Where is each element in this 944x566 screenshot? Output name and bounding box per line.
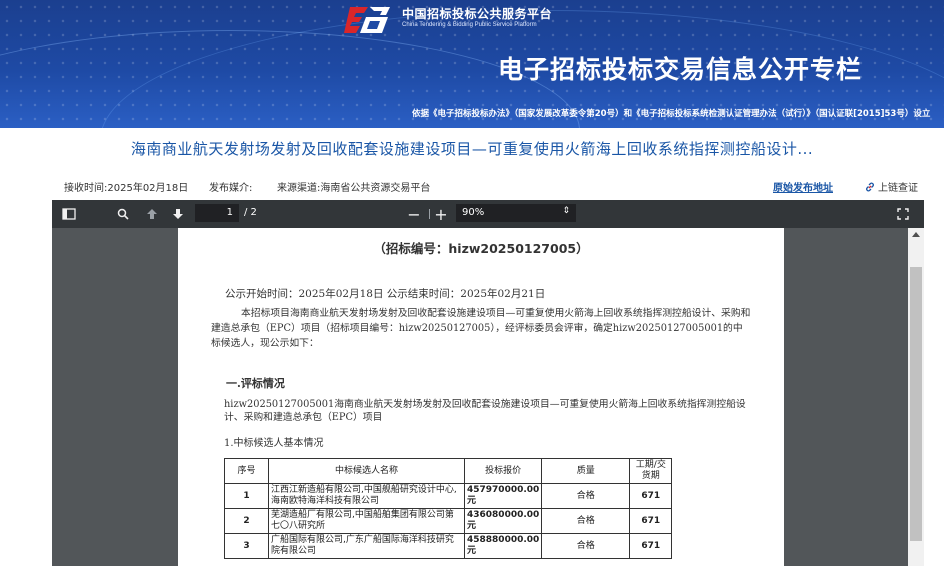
candidate-name: 江西江新造船有限公司,中国舰船研究设计中心,海南欧特海洋科技有限公司 xyxy=(268,483,465,509)
col-header: 质量 xyxy=(541,458,631,484)
candidate-table: 序号 中标候选人名称 投标报价 质量 工期/交货期 1 江西江新造船有限公司,中… xyxy=(224,458,673,559)
zoom-select[interactable]: 90% ⇕ xyxy=(456,204,576,222)
duration: 671 xyxy=(629,533,673,559)
scroll-thumb[interactable] xyxy=(910,267,922,541)
duration: 671 xyxy=(629,483,673,509)
row-index: 2 xyxy=(224,508,269,534)
section-heading: 一.评标情况 xyxy=(226,377,285,390)
col-header: 工期/交货期 xyxy=(629,458,673,484)
pdf-viewer[interactable]: 1 / 2 − + 90% ⇕ （招标编号：hizw20250127005） 公… xyxy=(52,200,924,566)
scroll-up-icon[interactable] xyxy=(912,232,920,237)
platform-logo-icon[interactable] xyxy=(344,5,392,35)
site-banner: 中国招标投标公共服务平台 China Tendering & Bidding P… xyxy=(0,0,944,128)
previous-page-icon[interactable] xyxy=(143,204,161,224)
article-meta: 接收时间:2025年02月18日 发布媒介: 来源渠道:海南省公共资源交易平台 … xyxy=(0,179,944,195)
duration: 671 xyxy=(629,508,673,534)
media-label: 发布媒介: xyxy=(209,183,253,194)
subsection-heading: 1.中标候选人基本情况 xyxy=(224,438,324,449)
col-header: 中标候选人名称 xyxy=(268,458,465,484)
publicity-period: 公示开始时间：2025年02月18日 公示结束时间：2025年02月21日 xyxy=(225,288,546,300)
original-address-link[interactable]: 原始发布地址 xyxy=(773,179,833,194)
row-index: 1 xyxy=(224,483,269,509)
source-channel: 来源渠道:海南省公共资源交易平台 xyxy=(277,183,431,194)
receive-time: 接收时间:2025年02月18日 xyxy=(64,183,189,194)
quality: 合格 xyxy=(541,508,631,534)
article-title: 海南商业航天发射场发射及回收配套设施建设项目—可重复使用火箭海上回收系统指挥测控… xyxy=(130,140,814,158)
table-row: 1 江西江新造船有限公司,中国舰船研究设计中心,海南欧特海洋科技有限公司 457… xyxy=(224,483,673,509)
row-index: 3 xyxy=(224,533,269,559)
chain-link-icon xyxy=(866,182,874,192)
chain-verify-label: 上链查证 xyxy=(878,183,918,194)
table-row: 2 芜湖造船厂有限公司,中国船舶集团有限公司第七〇八研究所 436080000.… xyxy=(224,508,673,534)
col-header: 序号 xyxy=(224,458,269,484)
page-total: / 2 xyxy=(244,207,257,218)
bid-price: 458880000.00元 xyxy=(463,533,543,559)
sidebar-toggle-icon[interactable] xyxy=(60,204,78,224)
fullscreen-icon[interactable] xyxy=(894,204,912,224)
tender-code: （招标编号：hizw20250127005） xyxy=(373,241,589,256)
chain-verify-link[interactable]: 上链查证 xyxy=(864,179,918,194)
logo-name-cn: 中国招标投标公共服务平台 xyxy=(402,7,553,21)
zoom-out-icon[interactable]: − xyxy=(405,204,423,224)
bid-price: 436080000.00元 xyxy=(463,508,543,534)
search-icon[interactable] xyxy=(114,204,132,224)
vertical-scrollbar[interactable] xyxy=(908,228,924,566)
col-header: 投标报价 xyxy=(463,458,543,484)
pdf-page: （招标编号：hizw20250127005） 公示开始时间：2025年02月18… xyxy=(178,228,784,566)
zoom-value: 90% xyxy=(462,207,485,218)
zoom-in-icon[interactable]: + xyxy=(432,204,450,224)
next-page-icon[interactable] xyxy=(169,204,187,224)
table-row: 3 广船国际有限公司,广东广船国际海洋科技研究院有限公司 458880000.0… xyxy=(224,533,673,559)
banner-legal-basis: 依据《电子招标投标办法》（国家发展改革委令第20号）和《电子招标投标系统检测认证… xyxy=(412,109,931,119)
quality: 合格 xyxy=(541,483,631,509)
quality: 合格 xyxy=(541,533,631,559)
zoom-caret-icon: ⇕ xyxy=(562,206,570,216)
intro-paragraph: 本招标项目海南商业航天发射场发射及回收配套设施建设项目—可重复使用火箭海上回收系… xyxy=(211,308,751,349)
table-header-row: 序号 中标候选人名称 投标报价 质量 工期/交货期 xyxy=(224,458,673,484)
pdf-toolbar: 1 / 2 − + 90% ⇕ xyxy=(52,200,924,228)
candidate-name: 广船国际有限公司,广东广船国际海洋科技研究院有限公司 xyxy=(268,533,465,559)
candidate-name: 芜湖造船厂有限公司,中国船舶集团有限公司第七〇八研究所 xyxy=(268,508,465,534)
toolbar-divider xyxy=(429,209,430,219)
logo-name-en: China Tendering & Bidding Public Service… xyxy=(402,22,537,28)
bid-price: 457970000.00元 xyxy=(463,483,543,509)
banner-title: 电子招标投标交易信息公开专栏 xyxy=(498,55,863,84)
section-paragraph: hizw20250127005001海南商业航天发射场发射及回收配套设施建设项目… xyxy=(224,399,746,423)
page-number-input[interactable]: 1 xyxy=(195,204,239,222)
